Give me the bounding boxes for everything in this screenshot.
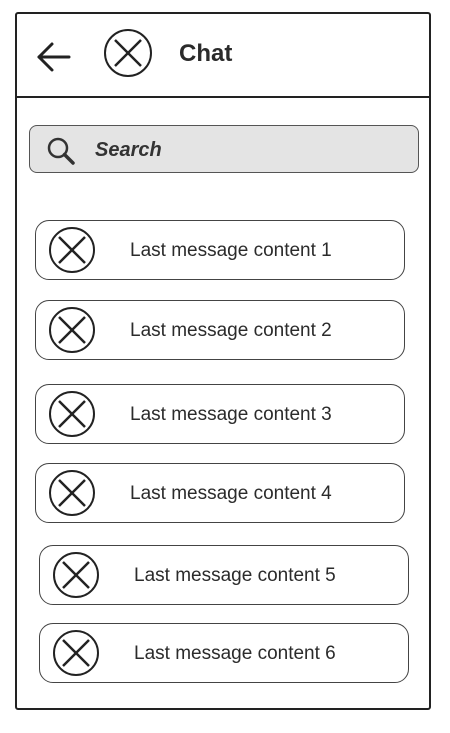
avatar-placeholder-x-icon [49,227,95,273]
chat-list-item[interactable]: Last message content 2 [35,300,405,360]
last-message-text: Last message content 6 [134,643,336,664]
back-button[interactable] [35,38,73,76]
chat-list-item[interactable]: Last message content 3 [35,384,405,444]
avatar-placeholder-x-icon [104,29,152,77]
contact-avatar[interactable] [103,28,153,78]
avatar-placeholder-x-icon [53,630,99,676]
search-placeholder: Search [95,139,162,161]
arrow-left-icon [37,42,71,72]
last-message-text: Last message content 2 [130,320,332,341]
search-input[interactable]: Search [29,125,419,173]
avatar-placeholder-x-icon [49,470,95,516]
avatar-placeholder-x-icon [53,552,99,598]
chat-list-item[interactable]: Last message content 6 [39,623,409,683]
last-message-text: Last message content 5 [134,565,336,586]
last-message-text: Last message content 3 [130,404,332,425]
avatar-placeholder-x-icon [49,391,95,437]
search-icon [47,137,75,165]
last-message-text: Last message content 1 [130,240,332,261]
page-title: Chat [179,40,233,67]
phone-frame: Chat Search Last message content 1 Last m… [15,12,431,710]
avatar-placeholder-x-icon [49,307,95,353]
chat-list-item[interactable]: Last message content 1 [35,220,405,280]
last-message-text: Last message content 4 [130,483,332,504]
app-header: Chat [17,14,429,98]
chat-list-item[interactable]: Last message content 5 [39,545,409,605]
chat-list-item[interactable]: Last message content 4 [35,463,405,523]
